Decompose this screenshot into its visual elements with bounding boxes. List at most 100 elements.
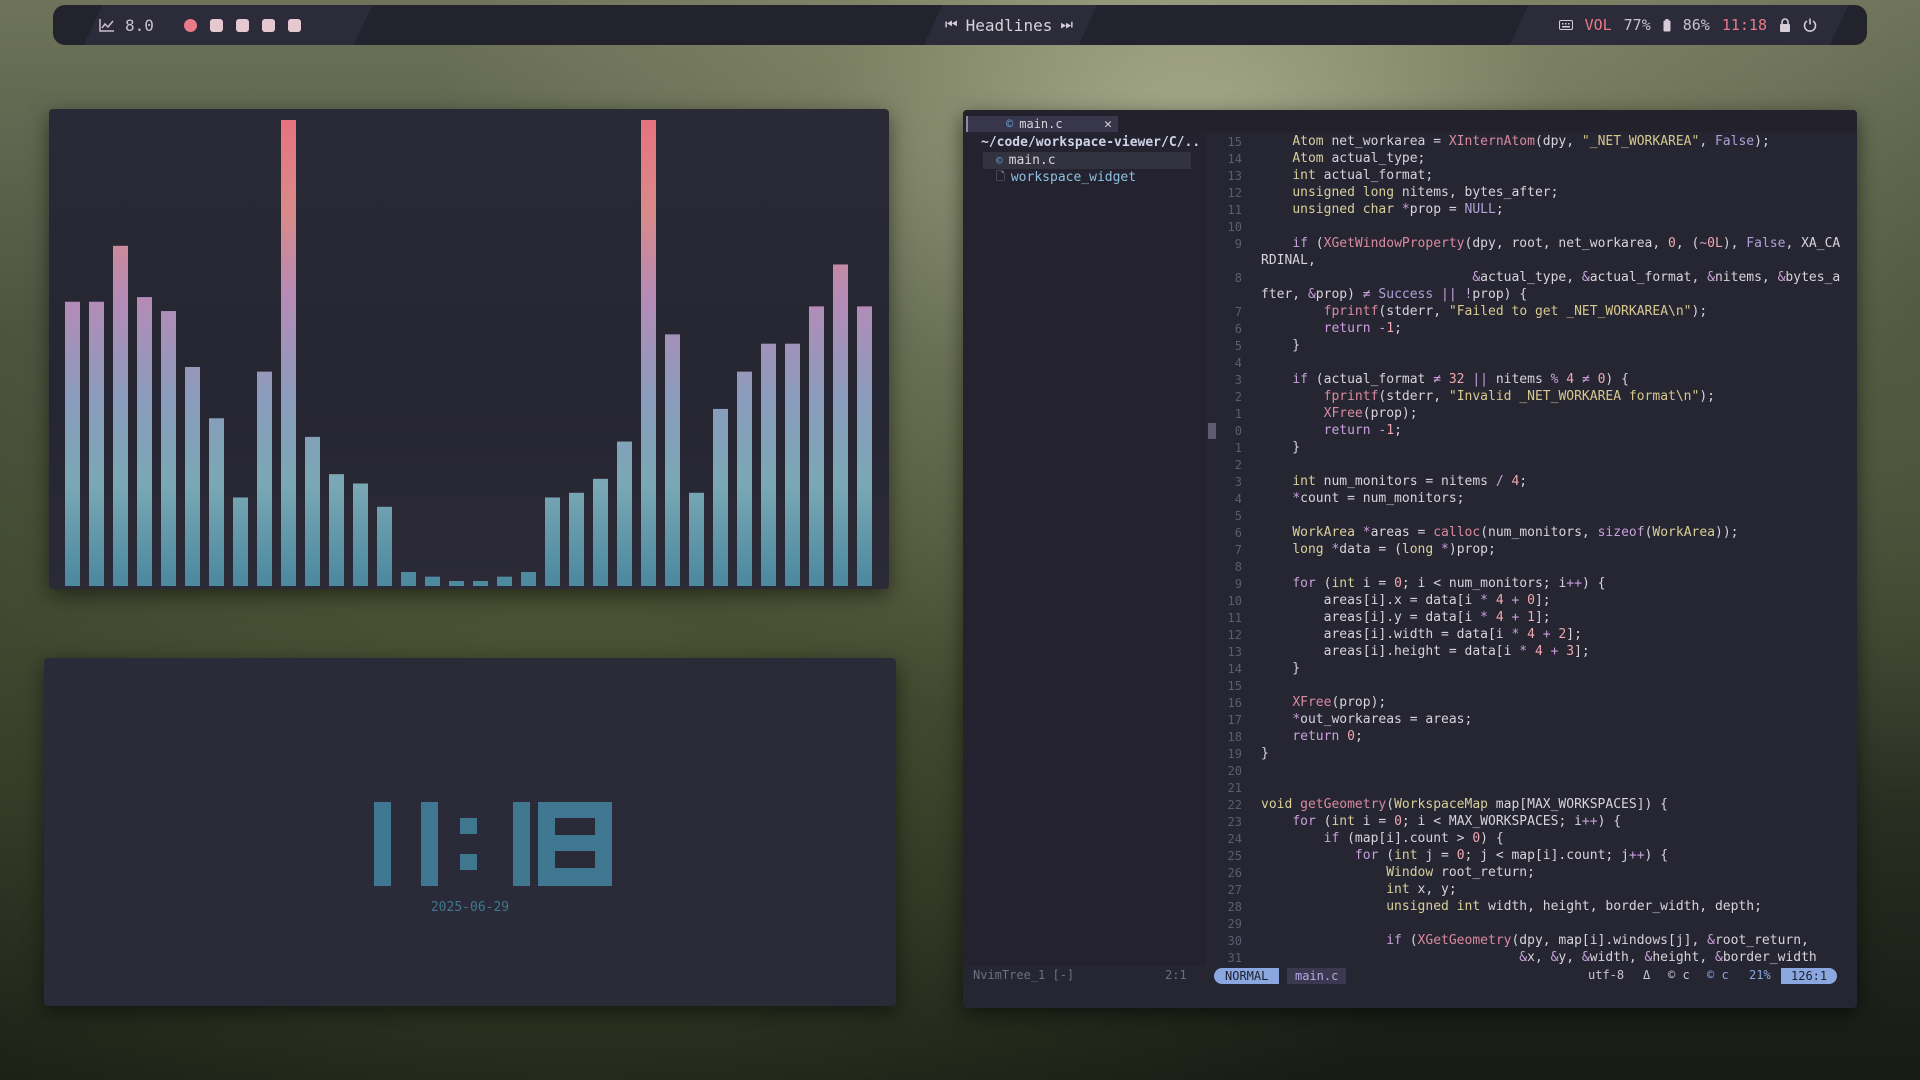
code-line[interactable]: XFree(prop); [1261,406,1418,421]
visualizer-bar [833,264,848,586]
visualizer-bar [233,497,248,586]
code-line[interactable]: for (int i = 0; i < num_monitors; i++) { [1261,576,1605,591]
code-line[interactable]: WorkArea *areas = calloc(num_monitors, s… [1261,525,1738,540]
visualizer-bar [785,343,800,586]
line-number: 2 [1234,458,1242,472]
tab-main-c[interactable]: © main.c ✕ [966,116,1118,132]
visualizer-bar [497,576,512,586]
volume-value[interactable]: 77% [1624,16,1651,34]
line-number: 19 [1227,747,1242,761]
line-number: 3 [1234,475,1242,489]
line-number: 24 [1227,832,1242,846]
code-line[interactable]: if (map[i].count > 0) { [1261,831,1504,846]
code-line[interactable]: if (actual_format ≠ 32 || nitems % 4 ≠ 0… [1261,372,1629,387]
code-line[interactable]: int num_monitors = nitems / 4; [1261,474,1527,489]
visualizer-bar [665,334,680,586]
tree-item-main-c[interactable]: © main.c [983,152,1191,169]
visualizer-bar [689,492,704,586]
visualizer-bar [473,581,488,586]
code-line[interactable]: areas[i].x = data[i * 4 + 0]; [1261,593,1551,608]
workspace-1-button[interactable] [183,18,197,32]
line-number: 6 [1234,526,1242,540]
clock-time: 11:18 [1721,16,1767,34]
line-number: 15 [1227,135,1242,149]
top-bar: 8.0 ⏮ Headlines ⏭ VOL 77% 86% 11:18 [53,5,1867,45]
code-line[interactable]: int x, y; [1261,882,1456,897]
code-line[interactable]: return -1; [1261,321,1402,336]
code-line[interactable]: areas[i].width = data[i * 4 + 2]; [1261,627,1582,642]
code-line[interactable]: &actual_type, &actual_format, &nitems, &… [1261,270,1840,285]
power-icon[interactable] [1803,18,1817,32]
workspace-3-button[interactable] [235,18,249,32]
code-line[interactable]: } [1261,440,1300,455]
code-line[interactable]: for (int i = 0; i < MAX_WORKSPACES; i++)… [1261,814,1621,829]
visualizer-bar [521,572,536,586]
tree-item-label: main.c [1008,153,1056,168]
line-number: 14 [1227,662,1242,676]
close-icon[interactable]: ✕ [1104,117,1112,132]
code-line[interactable]: for (int j = 0; j < map[i].count; j++) { [1261,848,1668,863]
line-number: 4 [1234,492,1242,506]
code-line[interactable]: return -1; [1261,423,1402,438]
visualizer-bar [89,301,104,586]
code-line[interactable]: void getGeometry(WorkspaceMap map[MAX_WO… [1261,797,1668,812]
line-number: 26 [1227,866,1242,880]
code-line[interactable]: &x, &y, &width, &height, &border_width [1261,950,1816,965]
line-number: 10 [1227,594,1242,608]
sign-column-marker [1208,423,1216,439]
chart-icon [99,19,114,32]
code-line[interactable]: } [1261,338,1300,353]
line-number: 18 [1227,730,1242,744]
code-line[interactable]: *out_workareas = areas; [1261,712,1472,727]
line-number: 15 [1227,679,1242,693]
line-number: 28 [1227,900,1242,914]
line-number: 8 [1234,560,1242,574]
workspace-2-button[interactable] [209,18,223,32]
status-line: NvimTree_1 [-] 2:1 NORMAL main.c utf-8 Δ… [963,966,1857,986]
code-line[interactable]: Window root_return; [1261,865,1535,880]
code-line[interactable]: XFree(prop); [1261,695,1386,710]
code-line[interactable]: } [1261,661,1300,676]
code-line[interactable]: fter, &prop) ≠ Success || !prop) { [1261,287,1527,302]
battery-value: 86% [1682,16,1710,34]
tree-root-path[interactable]: ~/code/workspace-viewer/C/.. [981,135,1200,150]
previous-track-icon[interactable]: ⏮ [945,17,958,33]
code-line[interactable]: int actual_format; [1261,168,1433,183]
line-number: 3 [1234,373,1242,387]
code-line[interactable]: unsigned long nitems, bytes_after; [1261,185,1558,200]
line-number: 11 [1227,203,1242,217]
code-line[interactable]: Atom net_workarea = XInternAtom(dpy, "_N… [1261,134,1769,149]
next-track-icon[interactable]: ⏭ [1060,17,1073,33]
tree-item-label: workspace_widget [1010,170,1137,185]
code-line[interactable]: areas[i].height = data[i * 4 + 3]; [1261,644,1590,659]
line-number: 22 [1227,798,1242,812]
code-line[interactable]: long *data = (long *)prop; [1261,542,1496,557]
line-number: 12 [1227,628,1242,642]
tree-item-workspace-widget[interactable]: 🗋 workspace_widget [996,169,1136,186]
code-line[interactable]: areas[i].y = data[i * 4 + 1]; [1261,610,1551,625]
visualizer-bar [425,576,440,586]
visualizer-bar [377,506,392,586]
code-line[interactable]: if (XGetGeometry(dpy, map[i].windows[j],… [1261,933,1809,948]
code-line[interactable]: if (XGetWindowProperty(dpy, root, net_wo… [1261,236,1840,251]
workspace-4-button[interactable] [261,18,275,32]
code-line[interactable]: *count = num_monitors; [1261,491,1464,506]
code-buffer[interactable]: 15 Atom net_workarea = XInternAtom(dpy, … [1206,132,1857,980]
code-line[interactable]: return 0; [1261,729,1362,744]
lock-icon[interactable] [1779,18,1791,32]
code-line[interactable]: RDINAL, [1261,253,1316,268]
code-line[interactable]: unsigned char *prop = NULL; [1261,202,1503,217]
code-line[interactable]: unsigned int width, height, border_width… [1261,899,1762,914]
code-line[interactable]: fprintf(stderr, "Invalid _NET_WORKAREA f… [1261,389,1715,404]
code-line[interactable]: Atom actual_type; [1261,151,1425,166]
visualizer-bar [617,441,632,586]
workspace-5-button[interactable] [287,18,301,32]
media-title[interactable]: Headlines [966,16,1053,35]
filetype-text: c [1682,968,1690,982]
code-line[interactable]: } [1261,746,1269,761]
line-number: 8 [1234,271,1242,285]
code-line[interactable]: fprintf(stderr, "Failed to get _NET_WORK… [1261,304,1708,319]
keyboard-icon [1558,20,1573,30]
line-number: 13 [1227,169,1242,183]
os-icon: Δ [1643,968,1651,982]
